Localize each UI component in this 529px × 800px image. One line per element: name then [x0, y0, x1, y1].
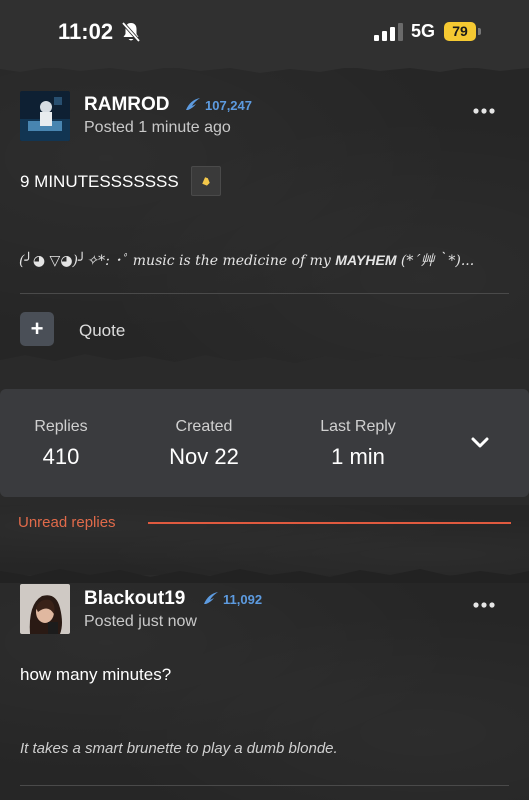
torn-edge-top	[0, 62, 529, 73]
post-card-background-2	[0, 575, 529, 800]
battery-cap	[478, 28, 481, 35]
chevron-down-icon[interactable]	[470, 436, 490, 450]
network-label: 5G	[411, 21, 436, 41]
reputation-icon	[186, 98, 200, 110]
quote-label[interactable]: Quote	[79, 321, 125, 341]
signature: It takes a smart brunette to play a dumb…	[20, 740, 338, 757]
signal-icon	[374, 23, 403, 41]
reputation-count: 11,092	[223, 592, 263, 607]
divider	[20, 293, 509, 294]
signature: (╯◕ ▽◕)╯✧*: ･ﾟ music is the medicine of …	[19, 250, 474, 270]
post-body: how many minutes?	[20, 665, 172, 684]
last-reply-value: 1 min	[331, 444, 385, 469]
torn-edge-bottom	[0, 354, 529, 374]
signature-text: music is the medicine of my	[132, 253, 336, 269]
last-reply-label: Last Reply	[320, 418, 396, 435]
signature-prefix: (╯◕ ▽◕)╯✧*: ･ﾟ	[19, 253, 133, 269]
more-options-icon[interactable]	[473, 602, 495, 608]
emoji-image	[191, 166, 221, 196]
posted-time: Posted 1 minute ago	[84, 119, 231, 136]
bell-slash-icon	[121, 21, 141, 43]
reputation-count: 107,247	[205, 98, 252, 113]
clapping-emoji-icon	[202, 177, 210, 186]
quote-plus-button[interactable]: +	[20, 312, 54, 346]
avatar[interactable]	[20, 584, 70, 634]
replies-value: 410	[42, 444, 80, 469]
post-body: 9 MINUTESSSSSSS	[20, 172, 179, 191]
posted-time: Posted just now	[84, 613, 197, 630]
more-options-icon[interactable]	[473, 108, 495, 114]
created-value: Nov 22	[169, 444, 239, 469]
username[interactable]: RAMROD	[84, 94, 170, 116]
created-label: Created	[175, 418, 233, 435]
unread-replies-label: Unread replies	[18, 514, 116, 531]
status-time: 11:02	[58, 19, 114, 44]
replies-label: Replies	[34, 418, 88, 435]
divider	[20, 785, 509, 786]
reputation-icon	[204, 592, 218, 604]
username[interactable]: Blackout19	[84, 588, 185, 610]
signature-strong: MAYHEM	[335, 252, 397, 268]
avatar-image	[20, 584, 70, 634]
signature-suffix: (*´艸｀*)...	[396, 253, 475, 269]
avatar-image	[20, 91, 70, 141]
thread-stats-card[interactable]	[0, 389, 529, 497]
unread-divider-line	[148, 522, 511, 524]
status-bar: 11:02 5G 79	[0, 0, 529, 68]
avatar[interactable]	[20, 91, 70, 141]
battery-indicator: 79	[444, 22, 476, 41]
torn-edge-middle	[0, 569, 529, 583]
